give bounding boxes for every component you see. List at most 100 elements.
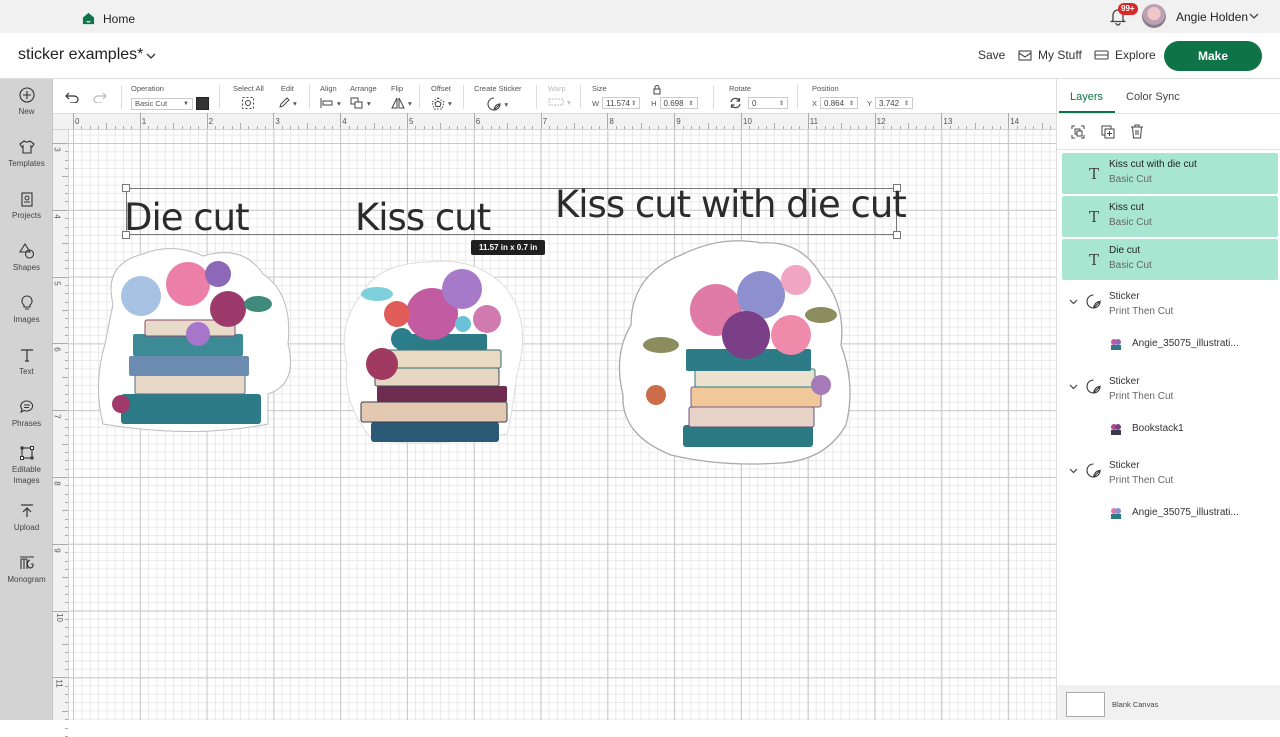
sidebar-item-upload[interactable]: Upload: [0, 503, 53, 533]
group-name: Sticker: [1109, 291, 1140, 302]
sidebar-label: Images: [13, 315, 40, 324]
project-title[interactable]: sticker examples*: [18, 46, 143, 64]
ruler-tick: [1049, 126, 1051, 129]
canvas-text-die-cut[interactable]: Die cut: [124, 196, 250, 239]
ruler-tick: [1041, 123, 1043, 129]
sidebar-item-text[interactable]: Text: [0, 347, 53, 377]
sticker-icon: [1086, 463, 1101, 478]
y-input[interactable]: 3.742 ⇕: [875, 97, 914, 109]
edit-button[interactable]: Edit ▾: [278, 84, 297, 109]
height-input[interactable]: 0.698 ⇕: [659, 97, 698, 109]
resize-handle[interactable]: [122, 184, 130, 192]
explore-button[interactable]: Explore: [1094, 48, 1156, 62]
layer-child[interactable]: Angie_35075_illustrati...: [1057, 503, 1280, 525]
ruler-tick: [974, 123, 976, 129]
sidebar-item-templates[interactable]: Templates: [0, 139, 53, 169]
dropdown-arrow-icon: ▾: [504, 99, 509, 109]
avatar[interactable]: [1142, 4, 1166, 28]
ruler-tick: [65, 293, 68, 295]
tab-home[interactable]: Home: [66, 4, 151, 33]
rotate-input[interactable]: 0 ⇕: [748, 97, 788, 109]
width-input[interactable]: 11.574 ⇕: [602, 97, 641, 109]
duplicate-icon[interactable]: [1101, 125, 1115, 139]
chevron-down-icon[interactable]: [145, 50, 157, 62]
sidebar-item-shapes[interactable]: Shapes: [0, 243, 53, 273]
design-canvas[interactable]: Die cut Kiss cut Kiss cut with die cut 1…: [69, 130, 1056, 720]
sticker-kiss-die-cut-image[interactable]: [611, 235, 861, 467]
layer-item[interactable]: T Kiss cut with die cut Basic Cut: [1062, 153, 1278, 194]
ruler-tick-label: 0: [75, 117, 80, 126]
user-name[interactable]: Angie Holden: [1176, 10, 1248, 24]
rotate-group: Rotate 0 ⇕: [729, 84, 788, 109]
sticker-kiss-cut-image[interactable]: [337, 254, 533, 446]
align-button[interactable]: Align ▾: [320, 84, 341, 109]
lock-icon[interactable]: [653, 85, 661, 95]
chevron-down-icon[interactable]: [1069, 466, 1078, 475]
divider: [536, 85, 537, 109]
layer-operation: Basic Cut: [1109, 260, 1152, 271]
layer-item[interactable]: T Die cut Basic Cut: [1062, 239, 1278, 280]
editable-images-icon: [19, 446, 34, 460]
ruler-tick: [465, 126, 467, 129]
stepper-icon[interactable]: ⇕: [904, 100, 909, 107]
sidebar-item-new[interactable]: New: [0, 87, 53, 117]
ruler-tick: [340, 113, 342, 129]
ruler-tick: [65, 694, 68, 696]
save-button[interactable]: Save: [978, 48, 1005, 62]
sidebar-item-images[interactable]: Images: [0, 295, 53, 325]
divider: [797, 85, 798, 109]
ruler-tick: [381, 126, 383, 129]
chevron-down-icon[interactable]: [1248, 10, 1260, 22]
sidebar-label: Upload: [13, 523, 40, 532]
sidebar-item-editable-images[interactable]: Editable Images: [0, 445, 53, 486]
layer-group[interactable]: Sticker Print Then Cut: [1057, 374, 1280, 414]
operation-select[interactable]: Basic Cut ▼: [131, 97, 193, 110]
redo-icon[interactable]: [93, 91, 107, 103]
chevron-down-icon[interactable]: [1069, 382, 1078, 391]
explore-icon: [1094, 49, 1109, 60]
edit-label: Edit: [280, 84, 294, 93]
sticker-die-cut-image[interactable]: [93, 244, 299, 436]
make-button[interactable]: Make: [1164, 41, 1262, 71]
ruler-tick: [65, 284, 68, 286]
arrange-button[interactable]: Arrange ▾: [350, 84, 377, 109]
stepper-icon[interactable]: ⇕: [849, 100, 854, 107]
select-all-button[interactable]: Select All: [233, 84, 264, 110]
ruler-tick: [65, 593, 68, 595]
chevron-down-icon[interactable]: [1069, 297, 1078, 306]
x-input[interactable]: 0.864 ⇕: [820, 97, 859, 109]
stepper-icon[interactable]: ⇕: [631, 100, 636, 107]
ruler-tick: [390, 126, 392, 129]
blank-canvas-thumbnail[interactable]: [1066, 692, 1105, 717]
sidebar-item-projects[interactable]: Projects: [0, 191, 53, 221]
my-stuff-button[interactable]: My Stuff: [1018, 48, 1082, 62]
tab-color-sync[interactable]: Color Sync: [1126, 91, 1180, 103]
ruler-tick: [281, 126, 283, 129]
layer-item[interactable]: T Kiss cut Basic Cut: [1062, 196, 1278, 237]
resize-handle[interactable]: [893, 231, 901, 239]
create-sticker-button[interactable]: Create Sticker ▾: [474, 84, 522, 111]
canvas-text-kiss-cut[interactable]: Kiss cut: [355, 196, 491, 239]
sidebar-item-monogram[interactable]: Monogram: [0, 555, 53, 585]
trash-icon[interactable]: [1130, 124, 1144, 139]
ruler-tick-label: 6: [475, 117, 481, 126]
color-swatch[interactable]: [196, 97, 209, 110]
offset-button[interactable]: Offset ▾: [431, 84, 452, 110]
align-icon: [320, 98, 333, 108]
group-name: Sticker: [1109, 460, 1140, 471]
layer-child[interactable]: Angie_35075_illustrati...: [1057, 334, 1280, 356]
ruler-tick: [65, 669, 68, 671]
child-name: Angie_35075_illustrati...: [1132, 338, 1239, 349]
stepper-icon[interactable]: ⇕: [779, 100, 784, 107]
canvas-text-kiss-cut-with-die-cut[interactable]: Kiss cut with die cut: [555, 183, 907, 226]
flip-button[interactable]: Flip ▾: [391, 84, 412, 109]
undo-icon[interactable]: [65, 91, 79, 103]
group-icon[interactable]: [1071, 125, 1085, 139]
tab-layers[interactable]: Layers: [1070, 91, 1103, 103]
ruler-tick: [273, 113, 275, 129]
layer-child[interactable]: Bookstack1: [1057, 419, 1280, 441]
stepper-icon[interactable]: ⇕: [688, 100, 693, 107]
layer-group[interactable]: Sticker Print Then Cut: [1057, 289, 1280, 329]
layer-group[interactable]: Sticker Print Then Cut: [1057, 458, 1280, 498]
sidebar-item-phrases[interactable]: Phrases: [0, 399, 53, 429]
